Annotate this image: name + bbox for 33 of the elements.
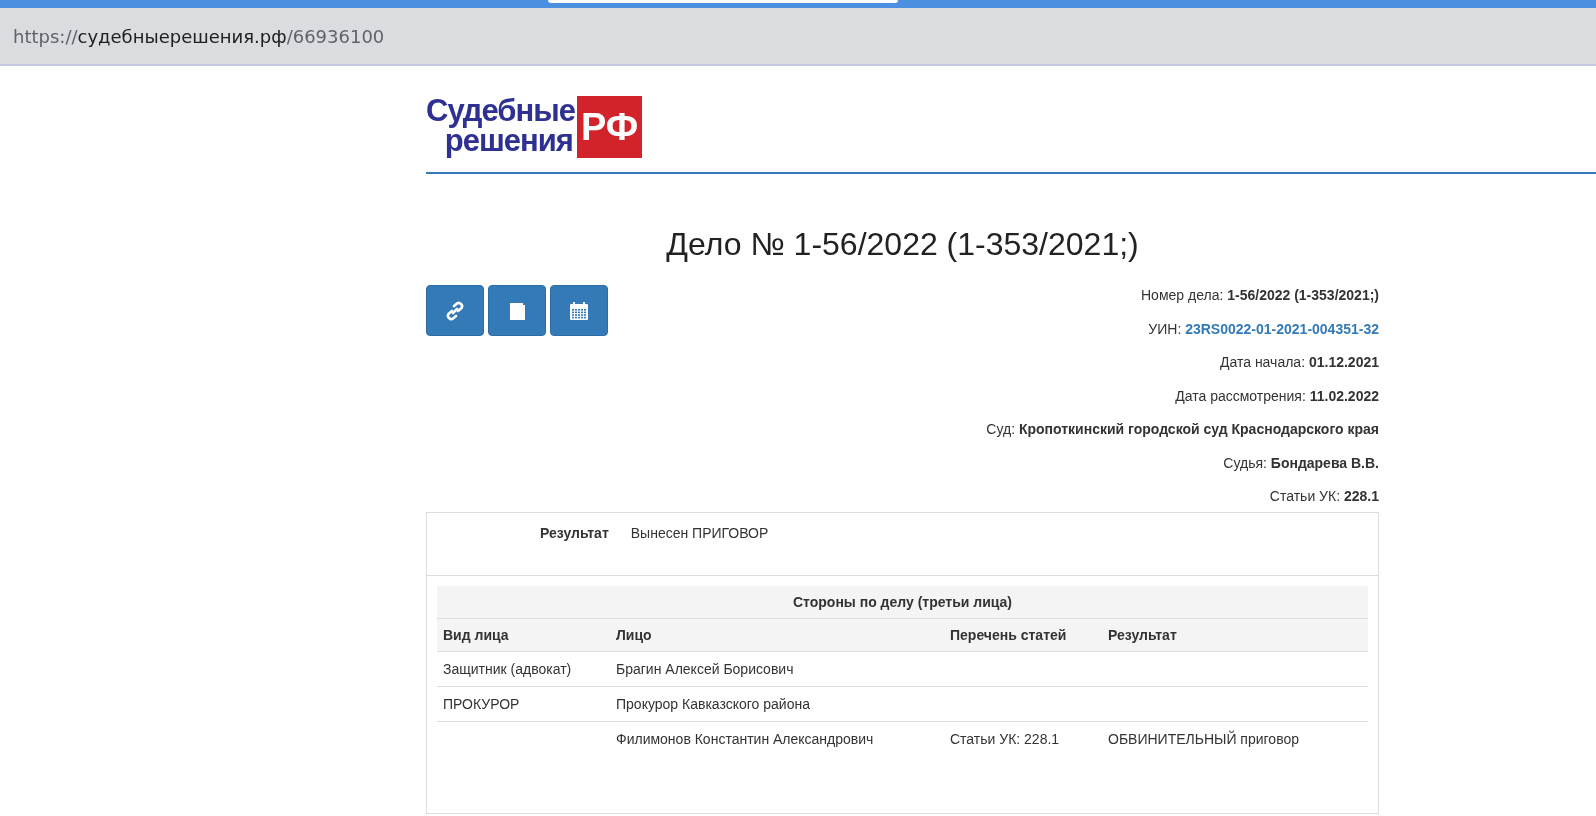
- table-cell: Филимонов Константин Александрович: [610, 721, 944, 756]
- link-icon: [445, 300, 465, 321]
- table-cell: Статьи УК: 228.1: [944, 721, 1102, 756]
- calendar-icon: [569, 300, 589, 321]
- detail-line: Номер дела: 1-56/2022 (1-353/2021;): [1140, 286, 1379, 305]
- detail-line: Судья: Бондарева В.В.: [1222, 453, 1379, 473]
- url-text: https://судебныерешения.рф/66936100: [13, 25, 385, 47]
- column-header: Результат: [1102, 618, 1368, 652]
- detail-line: Статьи УК: 228.1: [1268, 487, 1379, 506]
- detail-line: УИН: 23RS0022-01-2021-004351-32: [1147, 319, 1379, 339]
- column-header: Вид лица: [437, 618, 610, 652]
- table-cell: ПРОКУРОР: [437, 686, 610, 722]
- detail-line: Суд: Кропоткинский городской суд Краснодарского края: [986, 420, 1379, 439]
- result-value: Вынесен ПРИГОВОР: [630, 525, 769, 543]
- logo-badge: РФ: [576, 96, 643, 160]
- uin-link[interactable]: 23RS0022-01-2021-004351-32: [1185, 320, 1379, 337]
- table-cell: ОБВИНИТЕЛЬНЫЙ приговор: [1102, 721, 1368, 756]
- link-button[interactable]: [426, 285, 484, 336]
- result-label: Результат: [540, 525, 609, 543]
- address-bar[interactable]: https://судебныерешения.рф/66936100: [0, 8, 1596, 66]
- table-cell: Брагин Алексей Борисович: [610, 651, 944, 687]
- column-header: Лицо: [610, 618, 944, 652]
- case-title: Дело № 1-56/2022 (1-353/2021;): [665, 226, 1140, 263]
- table-caption: Стороны по делу (третьи лица): [437, 586, 1368, 619]
- column-header: Перечень статей: [944, 618, 1102, 652]
- copy-button[interactable]: [488, 285, 546, 336]
- detail-line: Дата рассмотрения: 11.02.2022: [1174, 386, 1379, 406]
- logo-text: Судебные: [426, 96, 575, 126]
- book-icon: [508, 300, 526, 321]
- calendar-button[interactable]: [550, 285, 608, 336]
- table-cell: Прокурор Кавказского района: [610, 686, 944, 722]
- detail-line: Дата начала: 01.12.2021: [1219, 353, 1379, 372]
- table-cell: Защитник (адвокат): [437, 651, 610, 687]
